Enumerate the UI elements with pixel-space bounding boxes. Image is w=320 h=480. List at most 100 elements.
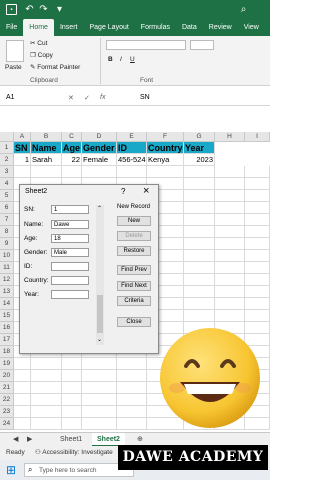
cut-button[interactable]: ✂ Cut: [30, 39, 47, 47]
grid-cell[interactable]: [184, 274, 215, 286]
format-painter-button[interactable]: ✎ Format Painter: [30, 63, 80, 71]
row-header[interactable]: 4: [0, 178, 14, 190]
row-header[interactable]: 11: [0, 262, 14, 274]
table-cell[interactable]: Kenya: [147, 154, 184, 166]
grid-cell[interactable]: [184, 250, 215, 262]
name-field[interactable]: Dawe: [51, 220, 89, 229]
column-header-d[interactable]: D: [82, 132, 117, 142]
grid-cell[interactable]: [245, 190, 270, 202]
header-cell-year[interactable]: Year: [184, 142, 215, 154]
grid-cell[interactable]: [31, 358, 62, 370]
delete-button[interactable]: Delete: [117, 231, 151, 241]
name-box[interactable]: A1: [6, 94, 15, 101]
header-cell-name[interactable]: Name: [31, 142, 62, 154]
grid-cell[interactable]: [215, 166, 245, 178]
tab-formulas[interactable]: Formulas: [135, 19, 176, 36]
row-header[interactable]: 7: [0, 214, 14, 226]
sheet-tab-sheet1[interactable]: Sheet1: [55, 433, 87, 447]
grid-cell[interactable]: [245, 274, 270, 286]
grid-cell[interactable]: [215, 298, 245, 310]
scrollbar-thumb[interactable]: [97, 295, 103, 333]
grid-cell[interactable]: [14, 382, 31, 394]
scroll-down-icon[interactable]: ⌄: [97, 336, 102, 343]
select-all-corner[interactable]: [0, 132, 14, 142]
row-header[interactable]: 15: [0, 310, 14, 322]
grid-cell[interactable]: [82, 394, 117, 406]
grid-cell[interactable]: [31, 370, 62, 382]
bold-button[interactable]: B: [108, 56, 113, 63]
row-header[interactable]: 2: [0, 154, 14, 166]
grid-cell[interactable]: [215, 262, 245, 274]
grid-cell[interactable]: [117, 406, 147, 418]
record-scrollbar[interactable]: ⌃ ⌄: [96, 205, 104, 345]
grid-cell[interactable]: [31, 166, 62, 178]
accessibility-status[interactable]: ⚇ Accessibility: Investigate: [35, 446, 113, 460]
grid-cell[interactable]: [245, 226, 270, 238]
grid-cell[interactable]: [184, 262, 215, 274]
grid-cell[interactable]: [215, 178, 245, 190]
tab-insert[interactable]: Insert: [54, 19, 84, 36]
grid-cell[interactable]: [82, 370, 117, 382]
header-cell-country[interactable]: Country: [147, 142, 184, 154]
grid-cell[interactable]: [245, 202, 270, 214]
year-field[interactable]: [51, 290, 89, 299]
row-header[interactable]: 3: [0, 166, 14, 178]
row-header[interactable]: 9: [0, 238, 14, 250]
row-header[interactable]: 1: [0, 142, 14, 154]
row-header[interactable]: 17: [0, 334, 14, 346]
grid-cell[interactable]: [82, 418, 117, 430]
grid-cell[interactable]: [117, 418, 147, 430]
header-cell-gender[interactable]: Gender: [82, 142, 117, 154]
row-header[interactable]: 24: [0, 418, 14, 430]
grid-cell[interactable]: [184, 226, 215, 238]
grid-cell[interactable]: [62, 382, 82, 394]
table-cell[interactable]: 1: [14, 154, 31, 166]
copy-button[interactable]: ❐ Copy: [30, 51, 53, 59]
table-cell[interactable]: Sarah: [31, 154, 62, 166]
gender-field[interactable]: Male: [51, 248, 89, 257]
age-field[interactable]: 18: [51, 234, 89, 243]
column-header-c[interactable]: C: [62, 132, 82, 142]
grid-cell[interactable]: [82, 406, 117, 418]
grid-cell[interactable]: [14, 370, 31, 382]
row-header[interactable]: 22: [0, 394, 14, 406]
new-button[interactable]: New: [117, 216, 151, 226]
row-header[interactable]: 18: [0, 346, 14, 358]
grid-cell[interactable]: [245, 238, 270, 250]
paste-icon[interactable]: [6, 40, 24, 62]
undo-icon[interactable]: ↶: [24, 4, 35, 15]
scroll-up-icon[interactable]: ⌃: [97, 205, 102, 212]
tab-home[interactable]: Home: [23, 19, 54, 36]
grid-cell[interactable]: [245, 214, 270, 226]
enter-icon[interactable]: ✓: [84, 94, 90, 102]
help-icon[interactable]: ?: [121, 187, 125, 196]
grid-cell[interactable]: [184, 286, 215, 298]
windows-start-icon[interactable]: ⊞: [6, 463, 16, 477]
row-header[interactable]: 12: [0, 274, 14, 286]
grid-cell[interactable]: [215, 310, 245, 322]
next-sheet-icon[interactable]: ▶: [22, 433, 37, 447]
tab-file[interactable]: File: [0, 19, 23, 36]
grid-cell[interactable]: [184, 190, 215, 202]
column-header-b[interactable]: B: [31, 132, 62, 142]
row-header[interactable]: 14: [0, 298, 14, 310]
grid-cell[interactable]: [82, 382, 117, 394]
close-button[interactable]: Close: [117, 317, 151, 327]
grid-cell[interactable]: [82, 358, 117, 370]
tab-data[interactable]: Data: [176, 19, 203, 36]
tab-review[interactable]: Review: [203, 19, 238, 36]
grid-cell[interactable]: [62, 394, 82, 406]
grid-cell[interactable]: [245, 286, 270, 298]
grid-cell[interactable]: [215, 238, 245, 250]
grid-cell[interactable]: [184, 298, 215, 310]
grid-cell[interactable]: [245, 310, 270, 322]
search-icon[interactable]: ⌕: [238, 4, 249, 15]
sn-field[interactable]: 1: [51, 205, 89, 214]
id-field[interactable]: [51, 262, 89, 271]
find-prev-button[interactable]: Find Prev: [117, 265, 151, 275]
row-header[interactable]: 5: [0, 190, 14, 202]
grid-cell[interactable]: [82, 166, 117, 178]
grid-cell[interactable]: [184, 202, 215, 214]
function-icon[interactable]: fx: [100, 94, 105, 101]
paste-button[interactable]: Paste: [5, 64, 22, 71]
